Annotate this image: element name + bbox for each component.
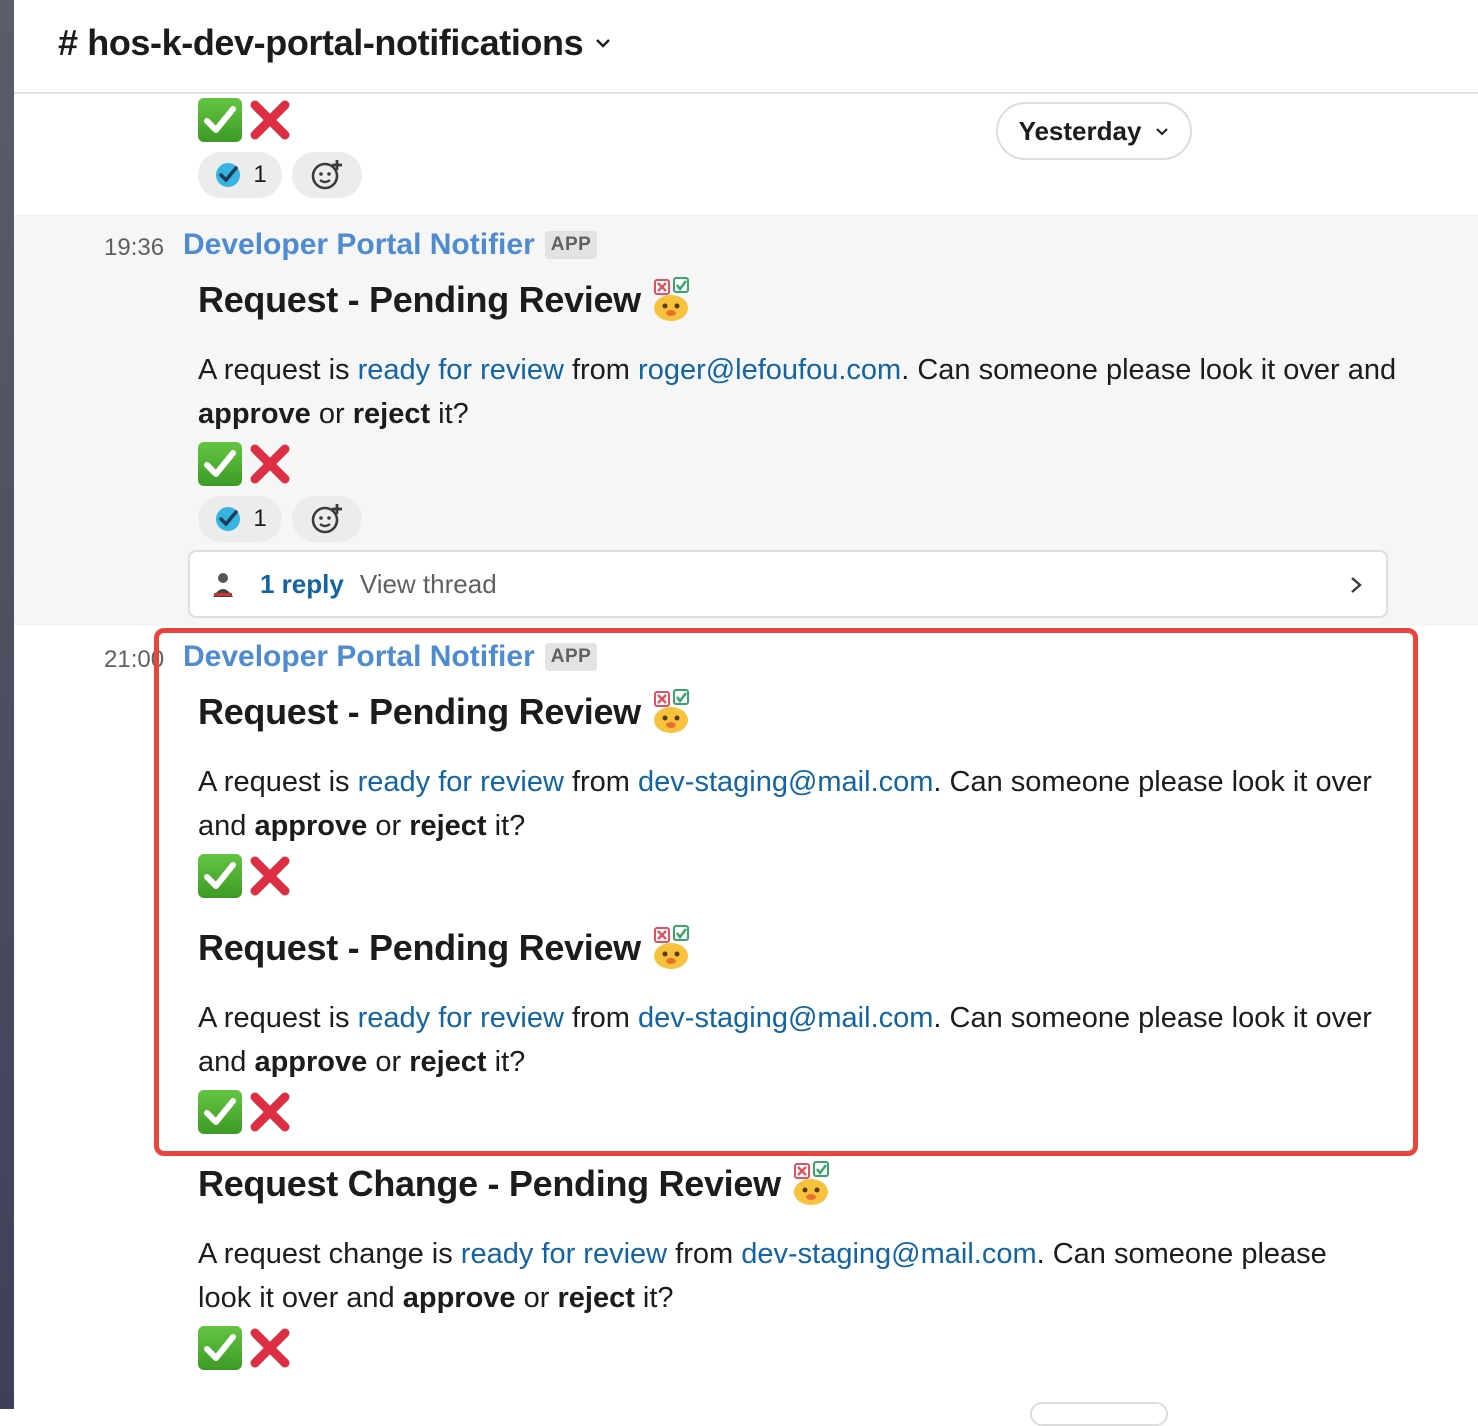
thread-summary[interactable]: 1 reply View thread (188, 550, 1388, 618)
cross-mark-icon (248, 98, 292, 142)
chevron-down-icon (596, 39, 611, 48)
reviewer-emoji-icon (787, 1160, 835, 1208)
email-link[interactable]: dev-staging@mail.com (638, 1002, 933, 1034)
check-mark-button-icon (198, 854, 242, 898)
review-link[interactable]: ready for review (358, 1002, 564, 1034)
channel-header: # hos-k-dev-portal-notifications (14, 0, 1478, 94)
cross-mark-icon (248, 1090, 292, 1134)
heading-text: Request - Pending Review (198, 279, 641, 320)
add-reaction-icon (310, 502, 344, 536)
message-body: A request is ready for review from roger… (198, 354, 1397, 430)
emoji-row (198, 98, 292, 142)
review-link[interactable]: ready for review (358, 354, 564, 386)
emoji-row (198, 854, 292, 898)
cross-mark-icon (248, 442, 292, 486)
reaction-check[interactable]: 1 (198, 496, 282, 542)
emoji-row (198, 1326, 292, 1370)
message-timestamp[interactable]: 21:00 (104, 646, 164, 674)
avatar (208, 569, 238, 599)
sender-name[interactable]: Developer Portal Notifier (183, 640, 535, 674)
review-link[interactable]: ready for review (358, 766, 564, 798)
heading-text: Request - Pending Review (198, 691, 641, 732)
channel-title[interactable]: # hos-k-dev-portal-notifications (58, 22, 613, 64)
sender-name[interactable]: Developer Portal Notifier (183, 228, 535, 262)
message-heading: Request Change - Pending Review (198, 1160, 835, 1208)
reviewer-emoji-icon (647, 276, 695, 324)
check-mark-button-icon (198, 442, 242, 486)
check-mark-button-icon (198, 1090, 242, 1134)
date-divider-button[interactable]: Yesterday (996, 102, 1192, 160)
message-heading: Request - Pending Review (198, 688, 695, 736)
heading-text: Request - Pending Review (198, 927, 641, 968)
check-mark-button-icon (198, 1326, 242, 1370)
email-link[interactable]: dev-staging@mail.com (741, 1238, 1036, 1270)
reaction-count: 1 (253, 505, 267, 532)
message-sender: Developer Portal Notifier APP (183, 228, 598, 262)
date-divider-button[interactable] (1030, 1402, 1168, 1426)
reviewer-emoji-icon (647, 924, 695, 972)
add-reaction-icon (310, 158, 344, 192)
date-label: Yesterday (1018, 115, 1142, 146)
blue-check-icon (213, 160, 243, 190)
reaction-count: 1 (253, 161, 267, 188)
heading-text: Request Change - Pending Review (198, 1163, 781, 1204)
emoji-row (198, 1090, 292, 1134)
add-reaction-button[interactable] (292, 152, 362, 198)
view-thread-label: View thread (359, 568, 497, 599)
message-sender: Developer Portal Notifier APP (183, 640, 598, 674)
reaction-bar: 1 (198, 496, 362, 542)
reviewer-emoji-icon (647, 688, 695, 736)
message-heading: Request - Pending Review (198, 924, 695, 972)
add-reaction-button[interactable] (292, 496, 362, 542)
message-heading: Request - Pending Review (198, 276, 695, 324)
message-body: A request is ready for review from dev-s… (198, 1002, 1372, 1078)
chevron-right-icon (1351, 577, 1362, 593)
review-link[interactable]: ready for review (461, 1238, 667, 1270)
channel-name: # hos-k-dev-portal-notifications (58, 22, 584, 63)
app-badge: APP (544, 231, 598, 259)
thread-reply-count[interactable]: 1 reply (260, 569, 344, 600)
message-timestamp[interactable]: 19:36 (104, 234, 164, 262)
blue-check-icon (213, 504, 243, 534)
workspace-sidebar-edge (0, 0, 14, 1409)
app-badge: APP (544, 643, 598, 671)
check-mark-button-icon (198, 98, 242, 142)
reaction-check[interactable]: 1 (198, 152, 282, 198)
cross-mark-icon (248, 854, 292, 898)
emoji-row (198, 442, 292, 486)
email-link[interactable]: roger@lefoufou.com (638, 354, 901, 386)
message-body: A request is ready for review from dev-s… (198, 766, 1372, 842)
message-body: A request change is ready for review fro… (198, 1238, 1327, 1314)
reaction-bar: 1 (198, 152, 362, 198)
email-link[interactable]: dev-staging@mail.com (638, 766, 933, 798)
cross-mark-icon (248, 1326, 292, 1370)
chevron-down-icon (1156, 128, 1169, 136)
